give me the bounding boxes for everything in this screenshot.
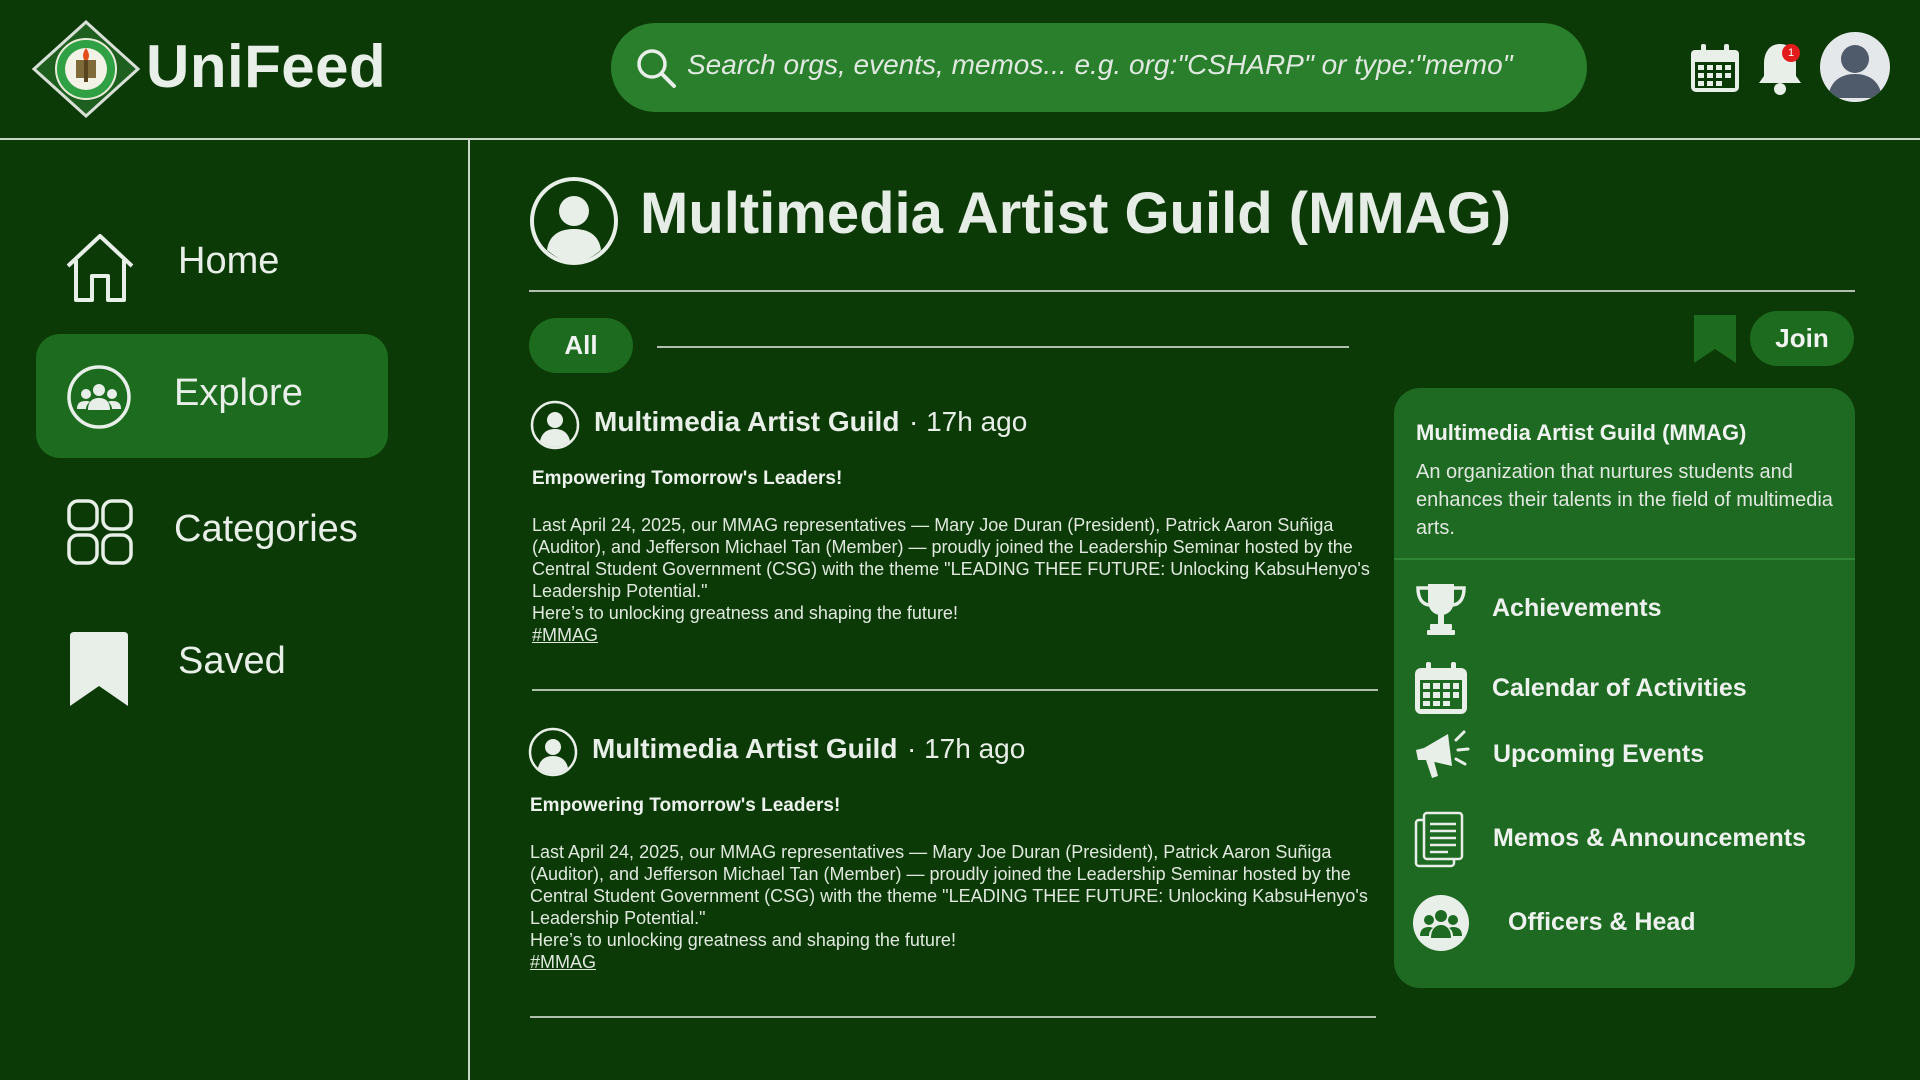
post-time-text: 17h ago	[924, 733, 1026, 764]
megaphone-icon	[1416, 730, 1470, 778]
home-icon	[66, 234, 134, 302]
sidebar-item-categories[interactable]: Categories	[36, 470, 388, 594]
unifeed-logo-icon[interactable]	[30, 19, 142, 119]
sidebar-item-explore[interactable]: Explore	[36, 334, 388, 458]
post-card: Multimedia Artist Guild · 17h ago Empowe…	[530, 400, 1380, 692]
user-avatar-icon	[1828, 45, 1882, 98]
bookmark-icon	[70, 632, 128, 706]
calendar-icon	[1415, 662, 1467, 714]
avatar[interactable]	[1820, 32, 1890, 102]
sidebar-item-saved[interactable]: Saved	[36, 602, 388, 726]
sidebar: Home Explore Categories Saved	[0, 140, 470, 1080]
page-title: Multimedia Artist Guild (MMAG)	[640, 181, 1512, 246]
author-avatar-icon[interactable]	[528, 727, 578, 777]
calendar-icon[interactable]	[1688, 42, 1742, 96]
trophy-icon	[1416, 584, 1466, 635]
post-author[interactable]: Multimedia Artist Guild	[592, 733, 897, 765]
post-body: Last April 24, 2025, our MMAG representa…	[532, 514, 1377, 646]
card-link-label: Achievements	[1492, 594, 1662, 622]
card-link-memos[interactable]: Memos & Announcements	[1412, 806, 1842, 872]
sidebar-item-label: Explore	[174, 372, 303, 414]
memo-icon	[1414, 811, 1464, 868]
search-icon	[637, 49, 676, 88]
hashtag-link[interactable]: #MMAG	[530, 951, 1375, 973]
divider	[532, 689, 1378, 691]
app-name: UniFeed	[146, 33, 387, 100]
grid-icon	[67, 499, 133, 565]
post-closing-text: Here’s to unlocking greatness and shapin…	[532, 603, 958, 623]
divider	[529, 290, 1855, 292]
card-link-officers[interactable]: Officers & Head	[1412, 890, 1842, 956]
post-card: Multimedia Artist Guild · 17h ago Empowe…	[528, 727, 1378, 1019]
author-avatar-icon[interactable]	[530, 400, 580, 450]
org-avatar-icon	[530, 177, 618, 265]
divider	[530, 1016, 1376, 1018]
sidebar-item-label: Home	[178, 240, 280, 282]
card-link-label: Calendar of Activities	[1492, 674, 1747, 702]
post-body-text: Last April 24, 2025, our MMAG representa…	[532, 515, 1370, 601]
officers-icon	[1413, 895, 1469, 951]
filter-all-button[interactable]: All	[529, 318, 633, 373]
sidebar-item-label: Categories	[174, 508, 358, 550]
post-author[interactable]: Multimedia Artist Guild	[594, 406, 899, 438]
post-time: · 17h ago	[907, 733, 1026, 764]
card-link-calendar[interactable]: Calendar of Activities	[1412, 656, 1842, 722]
card-title: Multimedia Artist Guild (MMAG)	[1416, 420, 1747, 445]
card-description: An organization that nurtures students a…	[1416, 461, 1833, 539]
join-button[interactable]: Join	[1750, 311, 1854, 366]
post-body-text: Last April 24, 2025, our MMAG representa…	[530, 842, 1368, 928]
card-link-label: Memos & Announcements	[1493, 824, 1807, 852]
post-closing-text: Here’s to unlocking greatness and shapin…	[530, 930, 956, 950]
sidebar-item-label: Saved	[178, 640, 286, 682]
post-headline: Empowering Tomorrow's Leaders!	[532, 468, 843, 489]
card-link-label: Officers & Head	[1508, 908, 1696, 936]
divider	[1394, 558, 1855, 560]
hashtag-link[interactable]: #MMAG	[532, 624, 1377, 646]
post-time: · 17h ago	[909, 406, 1028, 437]
card-link-achievements[interactable]: Achievements	[1412, 576, 1842, 642]
search-input[interactable]: Search orgs, events, memos... e.g. org:"…	[687, 49, 1513, 81]
card-link-events[interactable]: Upcoming Events	[1412, 722, 1842, 788]
search-bar[interactable]: Search orgs, events, memos... e.g. org:"…	[611, 23, 1587, 112]
notification-badge: 1	[1782, 44, 1800, 62]
card-link-label: Upcoming Events	[1493, 740, 1705, 768]
bookmark-icon[interactable]	[1692, 313, 1738, 365]
org-info-card: Multimedia Artist Guild (MMAG) An organi…	[1394, 388, 1855, 988]
post-time-text: 17h ago	[926, 406, 1028, 437]
post-headline: Empowering Tomorrow's Leaders!	[530, 795, 841, 816]
sidebar-item-home[interactable]: Home	[36, 202, 388, 326]
group-icon	[67, 365, 131, 429]
divider	[657, 346, 1349, 348]
top-bar: UniFeed Search orgs, events, memos... e.…	[0, 0, 1920, 140]
post-body: Last April 24, 2025, our MMAG representa…	[530, 841, 1375, 973]
